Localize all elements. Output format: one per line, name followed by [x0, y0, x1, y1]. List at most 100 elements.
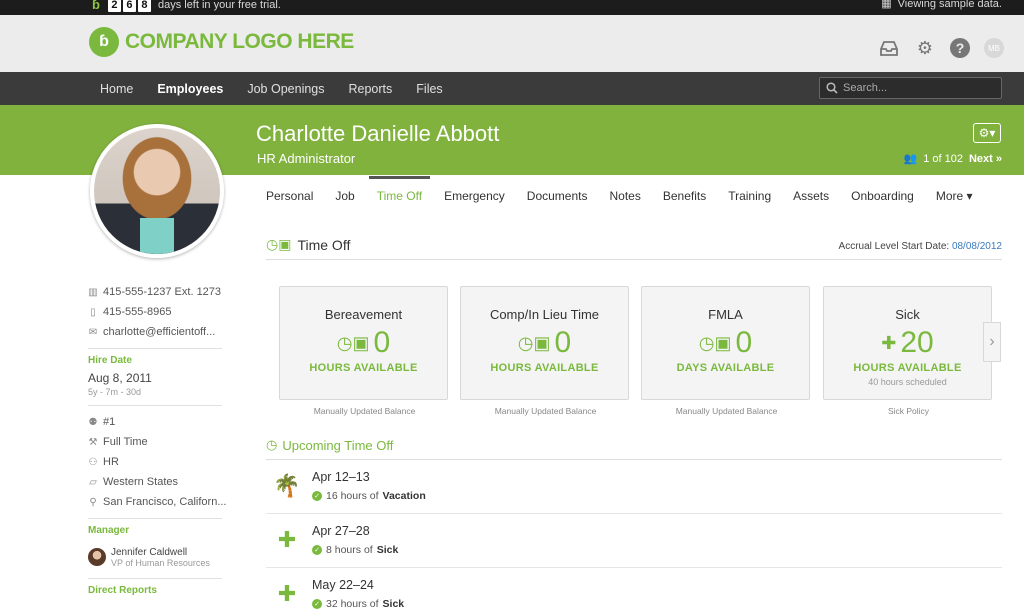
employee-photo	[90, 124, 224, 258]
gears-icon[interactable]: ⚙	[914, 37, 936, 59]
card-unit: HOURS AVAILABLE	[309, 362, 418, 374]
tab-time-off[interactable]: Time Off	[368, 176, 431, 214]
check-icon: ✓	[312, 491, 322, 501]
building-icon: ▥	[88, 286, 98, 298]
department: HR	[103, 456, 119, 468]
upcoming-date: Apr 12–13	[312, 470, 370, 484]
employee-pager: 👥 1 of 102 Next »	[903, 152, 1003, 166]
manager-title: VP of Human Resources	[111, 557, 210, 568]
trial-digit: 2	[107, 0, 121, 12]
help-icon[interactable]: ?	[950, 38, 970, 58]
upcoming-amount: 32 hours of	[326, 598, 379, 610]
card-unit: HOURS AVAILABLE	[490, 362, 599, 374]
trial-digit: 6	[122, 0, 136, 12]
trial-digit: 8	[137, 0, 151, 12]
upcoming-detail: ✓ 32 hours of Sick	[312, 598, 404, 610]
palm-tree-icon: 🌴	[273, 473, 301, 498]
mobile-icon: ▯	[90, 306, 96, 318]
envelope-icon: ✉	[88, 326, 98, 338]
bandage-icon: ✚	[277, 581, 297, 606]
nav-job-openings[interactable]: Job Openings	[247, 82, 324, 96]
calendar-clock-icon: ◷▣	[698, 332, 732, 353]
upcoming-detail: ✓ 8 hours of Sick	[312, 544, 398, 556]
balance-card-sick[interactable]: Sick ✚ 20 HOURS AVAILABLE 40 hours schedu…	[823, 286, 992, 416]
card-title: Comp/In Lieu Time	[489, 307, 600, 322]
clock-icon: ◷	[266, 437, 278, 452]
nav-home[interactable]: Home	[100, 82, 133, 96]
tab-emergency[interactable]: Emergency	[444, 176, 505, 214]
bandage-icon: ✚	[277, 527, 297, 552]
tab-notes[interactable]: Notes	[609, 176, 640, 214]
accrual-date-link[interactable]: 08/08/2012	[952, 241, 1002, 252]
cards-next-button[interactable]: ›	[983, 322, 1001, 362]
bamboo-logo-icon: ɓ	[92, 0, 100, 12]
upcoming-item[interactable]: ✚ Apr 27–28 ✓ 8 hours of Sick	[266, 514, 1002, 568]
card-value: 0	[735, 326, 753, 359]
upcoming-type: Sick	[376, 544, 399, 556]
hammer-icon: ⚒	[88, 436, 98, 448]
upcoming-amount: 8 hours of	[326, 544, 373, 556]
division: Western States	[103, 476, 178, 488]
email-row: ✉ charlotte@efficientoff...	[88, 322, 228, 342]
manager-name[interactable]: Jennifer Caldwell	[111, 547, 210, 558]
brand-bar: ɓ COMPANY LOGO HERE ⚙ ? MB	[0, 15, 1024, 72]
calendar-clock-icon: ◷▣	[266, 236, 292, 252]
check-icon: ✓	[312, 599, 322, 609]
balance-card-comp-time[interactable]: Comp/In Lieu Time ◷▣ 0 HOURS AVAILABLE Ma…	[460, 286, 629, 416]
card-title: Sick	[895, 307, 920, 322]
upcoming-item[interactable]: 🌴 Apr 12–13 ✓ 16 hours of Vacation	[266, 460, 1002, 514]
work-phone-row: ▥ 415-555-1237 Ext. 1273	[88, 282, 228, 302]
profile-settings-button[interactable]: ⚙▾	[973, 123, 1001, 143]
search-box[interactable]	[819, 77, 1002, 99]
employment-type-row: ⚒ Full Time	[88, 432, 228, 452]
map-icon: ▱	[89, 476, 97, 488]
calendar-clock-icon: ◷▣	[336, 332, 370, 353]
search-icon	[826, 82, 838, 94]
hire-date-label: Hire Date	[88, 355, 132, 366]
nav-reports[interactable]: Reports	[349, 82, 393, 96]
people-icon: ⚇	[88, 456, 98, 468]
tab-documents[interactable]: Documents	[527, 176, 588, 214]
department-row: ⚇ HR	[88, 452, 228, 472]
card-unit: HOURS AVAILABLE	[853, 362, 962, 374]
upcoming-item[interactable]: ✚ May 22–24 ✓ 32 hours of Sick	[266, 568, 1002, 612]
tab-personal[interactable]: Personal	[266, 176, 313, 214]
people-icon: 👥	[903, 153, 918, 165]
tab-training[interactable]: Training	[728, 176, 771, 214]
database-icon: ▦	[881, 0, 892, 10]
sample-data-indicator[interactable]: ▦ Viewing sample data.	[881, 0, 1002, 10]
nav-files[interactable]: Files	[416, 82, 442, 96]
balance-card-bereavement[interactable]: Bereavement ◷▣ 0 HOURS AVAILABLE Manually…	[279, 286, 448, 416]
division-row: ▱ Western States	[88, 472, 228, 492]
employee-number-row: ⚉ #1	[88, 412, 228, 432]
manager-card[interactable]: Jennifer Caldwell VP of Human Resources	[88, 542, 228, 572]
card-footer: Manually Updated Balance	[675, 406, 778, 416]
map-pin-icon: ⚲	[89, 496, 97, 508]
tab-onboarding[interactable]: Onboarding	[851, 176, 914, 214]
upcoming-amount: 16 hours of	[326, 490, 379, 502]
tab-job[interactable]: Job	[335, 176, 354, 214]
tab-benefits[interactable]: Benefits	[663, 176, 706, 214]
section-title: Time Off	[297, 236, 351, 253]
employee-title: HR Administrator	[257, 151, 356, 166]
company-logo[interactable]: ɓ COMPANY LOGO HERE	[89, 27, 354, 57]
search-input[interactable]	[843, 82, 993, 94]
nav-employees[interactable]: Employees	[157, 82, 223, 96]
user-avatar[interactable]: MB	[984, 38, 1004, 58]
email-link[interactable]: charlotte@efficientoff...	[103, 326, 215, 338]
accrual-label: Accrual Level Start Date:	[838, 241, 950, 252]
upcoming-title: Upcoming Time Off	[282, 437, 394, 453]
main-nav: Home Employees Job Openings Reports File…	[0, 72, 1024, 105]
upcoming-date: Apr 27–28	[312, 524, 370, 538]
inbox-icon[interactable]	[878, 37, 900, 59]
upcoming-type: Vacation	[382, 490, 426, 502]
hire-date: Aug 8, 2011	[88, 371, 152, 385]
mobile-phone-row: ▯ 415-555-8965	[88, 302, 228, 322]
accrual-start: Accrual Level Start Date: 08/08/2012	[839, 241, 1002, 252]
next-employee-link[interactable]: Next »	[969, 153, 1002, 165]
tab-more[interactable]: More ▾	[936, 176, 973, 214]
card-value: 20	[900, 326, 934, 359]
tab-assets[interactable]: Assets	[793, 176, 829, 214]
upcoming-detail: ✓ 16 hours of Vacation	[312, 490, 426, 502]
balance-card-fmla[interactable]: FMLA ◷▣ 0 DAYS AVAILABLE Manually Updated…	[641, 286, 810, 416]
